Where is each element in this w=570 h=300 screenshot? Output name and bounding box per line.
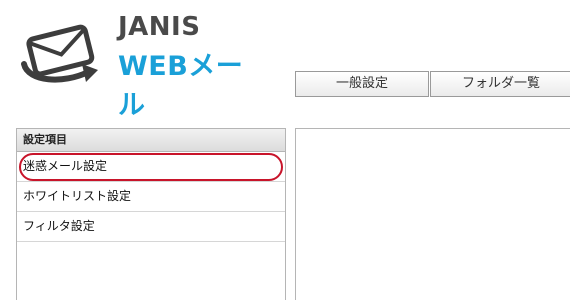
- settings-content-panel: [295, 128, 570, 300]
- logo-text-janis: JANIS: [118, 12, 201, 42]
- tab-folder-list[interactable]: フォルダ一覧: [430, 71, 570, 97]
- sidebar-header: 設定項目: [17, 129, 285, 152]
- sidebar-item-spam-settings[interactable]: 迷惑メール設定: [17, 152, 285, 182]
- sidebar-item-filter-settings[interactable]: フィルタ設定: [17, 212, 285, 242]
- settings-tabs: 一般設定 フォルダ一覧: [295, 71, 570, 97]
- janis-webmail-logo: JANIS WEBメール: [18, 12, 248, 121]
- settings-sidebar: 設定項目 迷惑メール設定 ホワイトリスト設定 フィルタ設定: [16, 128, 286, 300]
- logo-text-webmail: WEBメール: [118, 51, 244, 121]
- envelope-arrow-icon: [21, 24, 98, 83]
- tab-general-settings[interactable]: 一般設定: [295, 71, 429, 97]
- sidebar-item-whitelist-settings[interactable]: ホワイトリスト設定: [17, 182, 285, 212]
- settings-page: JANIS WEBメール 一般設定 フォルダ一覧 設定項目 迷惑メール設定 ホワ…: [0, 0, 570, 300]
